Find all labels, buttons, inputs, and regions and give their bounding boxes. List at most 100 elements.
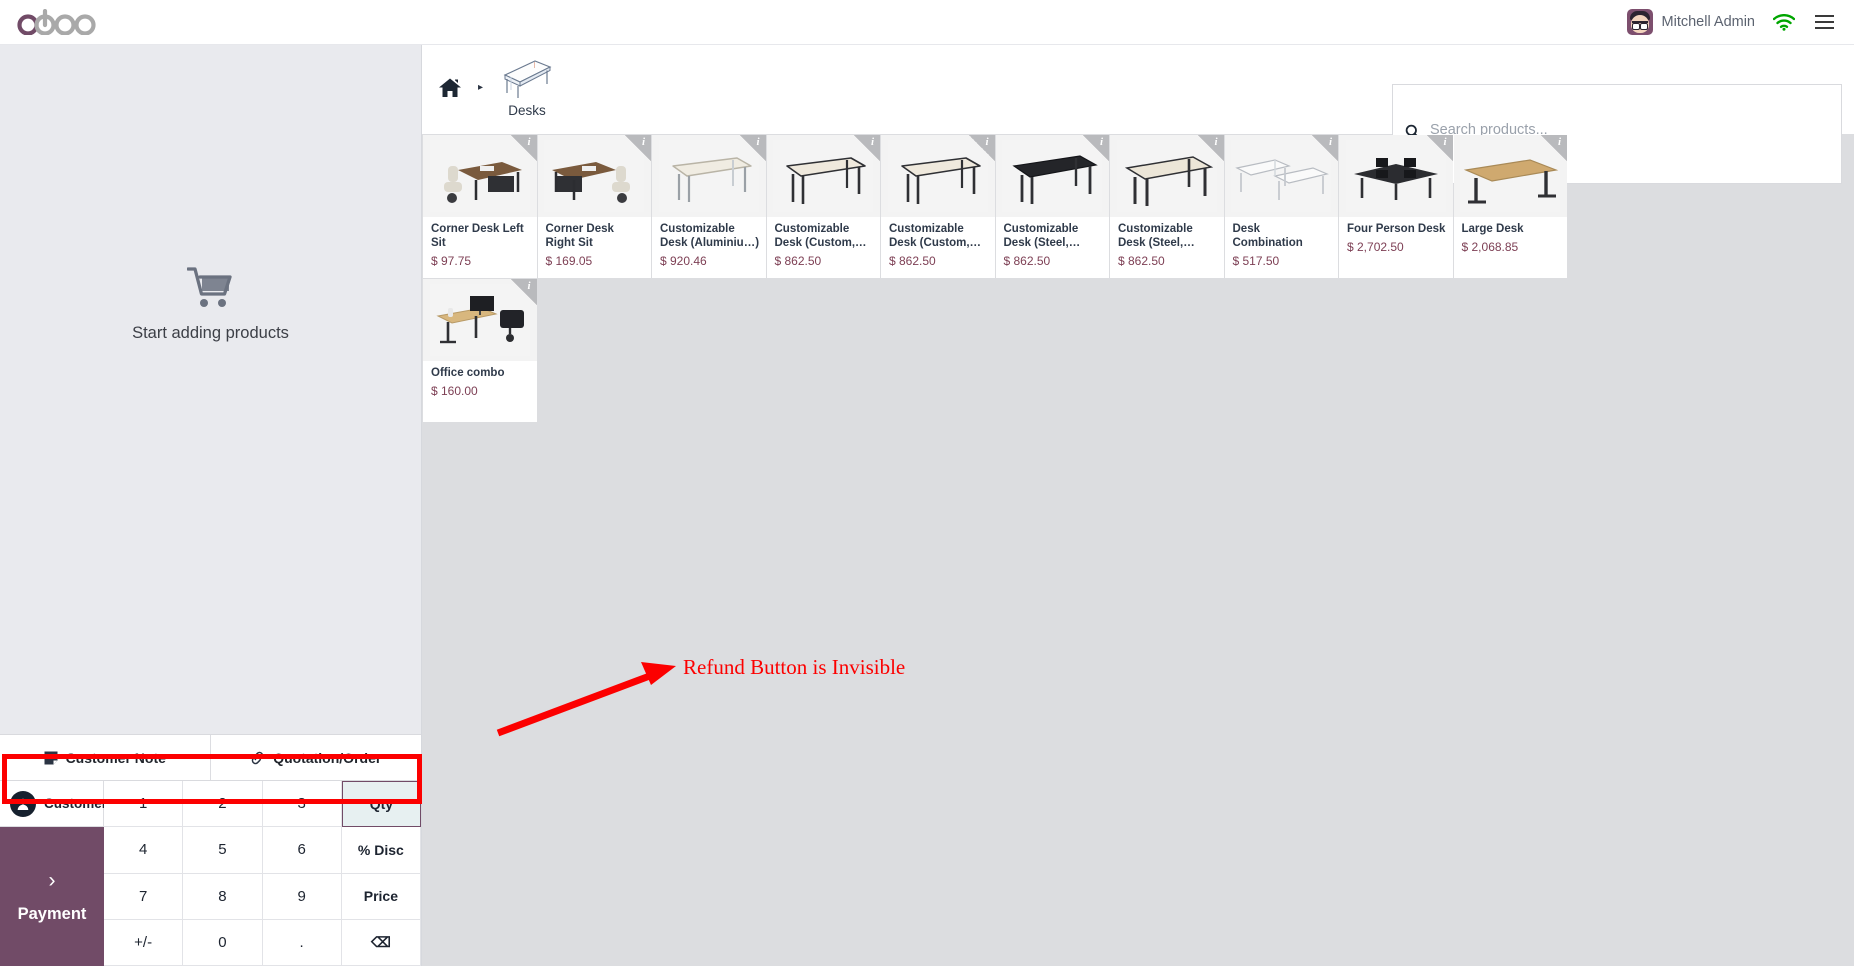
breadcrumb-home-button[interactable] (432, 73, 468, 103)
order-actions-row: Customer Note Quotation/Order (0, 734, 421, 780)
product-card[interactable]: i Corner Desk Left Sit $ 97.75 (423, 135, 537, 278)
product-image-desk-custom-2: i (881, 135, 995, 217)
numpad-key-0[interactable]: 0 (183, 919, 263, 966)
numpad-key-7[interactable]: 7 (104, 873, 184, 920)
numpad-key-8[interactable]: 8 (183, 873, 263, 920)
shopping-cart-icon (186, 267, 232, 307)
customer-payment-column: Customer › Payment (0, 781, 108, 966)
product-card[interactable]: i Customizable Desk (Custom,… $ 862.50 (766, 135, 881, 278)
product-info-icon[interactable]: i (739, 135, 766, 161)
product-info-glyph: i (870, 136, 874, 148)
product-price: $ 160.00 (431, 384, 478, 398)
product-info-icon[interactable]: i (968, 135, 995, 161)
breadcrumb: ▸ Desks (422, 45, 561, 118)
product-image-four-person-desk: i (1339, 135, 1453, 217)
product-card[interactable]: i Customizable Desk (Custom,… $ 862.50 (881, 135, 995, 278)
numpad-key-9[interactable]: 9 (262, 873, 342, 920)
home-icon (439, 78, 461, 97)
product-meta: Customizable Desk (Steel,… $ 862.50 (996, 217, 1110, 278)
product-price: $ 517.50 (1232, 254, 1280, 268)
product-info-icon[interactable]: i (1426, 135, 1453, 161)
product-image-desk-combination: i (1224, 135, 1338, 217)
product-info-glyph: i (756, 136, 760, 148)
product-card[interactable]: i Customizable Desk (Steel,… $ 862.50 (995, 135, 1110, 278)
product-image-desk-custom-1: i (766, 135, 880, 217)
product-info-icon[interactable]: i (625, 135, 651, 161)
product-meta: Customizable Desk (Custom,… $ 862.50 (767, 217, 881, 278)
product-name: Office combo (431, 367, 505, 379)
note-icon (44, 751, 58, 764)
product-info-icon[interactable]: i (510, 135, 537, 161)
customer-button[interactable]: Customer (0, 781, 108, 827)
numpad-key-1[interactable]: 1 (104, 781, 184, 828)
product-image-corner-desk-left: i (423, 135, 537, 217)
avatar (1626, 9, 1653, 35)
product-name: Corner Desk Left Sit (431, 223, 524, 249)
person-glyph (17, 798, 29, 810)
breadcrumb-category-desks[interactable]: Desks (493, 57, 561, 118)
product-price: $ 862.50 (889, 254, 936, 268)
numpad-key-[interactable]: . (262, 919, 342, 966)
numpad-key-[interactable]: ⌫ (341, 919, 421, 966)
product-info-glyph: i (1557, 136, 1561, 148)
product-name: Customizable Desk (Custom,… (774, 223, 867, 249)
numpad-key-2[interactable]: 2 (183, 781, 263, 828)
product-price: $ 862.50 (1003, 254, 1051, 268)
product-name: Desk Combination (1232, 223, 1303, 249)
numpad-key-[interactable]: +/- (104, 919, 184, 966)
breadcrumb-category-label: Desks (508, 103, 546, 118)
hamburger-menu[interactable] (1813, 13, 1836, 31)
numpad: 1 2 3 Qty 4 5 6% Disc 7 8 9 Price +/- 0. ⌫ (104, 781, 421, 966)
quotation-order-label: Quotation/Order (273, 749, 382, 766)
pos-main: Start adding products Customer Note Quot… (0, 45, 1854, 966)
payment-label: Payment (17, 904, 87, 923)
product-info-icon[interactable]: i (1312, 135, 1338, 161)
hamburger-line (1815, 26, 1834, 29)
numpad-key-4[interactable]: 4 (104, 827, 184, 874)
top-bar: Mitchell Admin (0, 0, 1854, 45)
product-price: $ 97.75 (431, 254, 472, 268)
product-card[interactable]: i Corner Desk Right Sit $ 169.05 (537, 135, 651, 278)
product-card[interactable]: i Four Person Desk $ 2,702.50 (1339, 135, 1453, 278)
product-price: $ 920.46 (660, 254, 707, 268)
top-bar-right: Mitchell Admin (1626, 9, 1854, 35)
numpad-key-6[interactable]: 6 (262, 827, 342, 874)
customer-note-button[interactable]: Customer Note (0, 735, 211, 780)
product-info-icon[interactable]: i (1541, 135, 1567, 161)
breadcrumb-separator: ▸ (478, 81, 484, 93)
product-meta: Office combo $ 160.00 (423, 361, 537, 422)
payment-button[interactable]: › Payment (0, 827, 104, 966)
product-info-icon[interactable]: i (1197, 135, 1224, 161)
numpad-key-price[interactable]: Price (341, 873, 421, 920)
product-info-glyph: i (1328, 136, 1332, 148)
user-menu[interactable]: Mitchell Admin (1626, 9, 1755, 35)
product-card[interactable]: i Office combo $ 160.00 (423, 279, 537, 422)
wifi-icon[interactable] (1773, 13, 1795, 31)
product-info-glyph: i (527, 280, 531, 292)
product-info-icon[interactable]: i (510, 279, 537, 305)
products-header: ▸ Desks (422, 45, 1854, 184)
product-card[interactable]: i Customizable Desk (Aluminiu…) $ 920.46 (652, 135, 766, 278)
product-info-glyph: i (985, 136, 989, 148)
product-image-desk-steel-white: i (1110, 135, 1224, 217)
product-meta: Customizable Desk (Custom,… $ 862.50 (881, 217, 995, 278)
product-card[interactable]: i Large Desk $ 2,068.85 (1453, 135, 1567, 278)
odoo-logo[interactable] (0, 9, 103, 35)
product-name: Customizable Desk (Steel,… (1118, 223, 1195, 249)
numpad-key-disc[interactable]: % Disc (341, 827, 421, 874)
customer-label: Customer (44, 796, 108, 811)
product-info-icon[interactable]: i (854, 135, 880, 161)
numpad-key-qty[interactable]: Qty (341, 781, 421, 828)
product-image-desk-steel-black: i (995, 135, 1109, 217)
product-name: Four Person Desk (1347, 223, 1446, 235)
product-name: Customizable Desk (Custom,… (889, 223, 982, 249)
numpad-key-3[interactable]: 3 (262, 781, 342, 828)
product-meta: Four Person Desk $ 2,702.50 (1339, 217, 1453, 278)
quotation-order-button[interactable]: Quotation/Order (210, 735, 421, 780)
product-info-icon[interactable]: i (1083, 135, 1109, 161)
product-card[interactable]: i Desk Combination $ 517.50 (1224, 135, 1338, 278)
product-card[interactable]: i Customizable Desk (Steel,… $ 862.50 (1110, 135, 1224, 278)
numpad-key-5[interactable]: 5 (183, 827, 263, 874)
product-price: $ 2,702.50 (1347, 240, 1404, 254)
hamburger-line (1815, 20, 1834, 24)
